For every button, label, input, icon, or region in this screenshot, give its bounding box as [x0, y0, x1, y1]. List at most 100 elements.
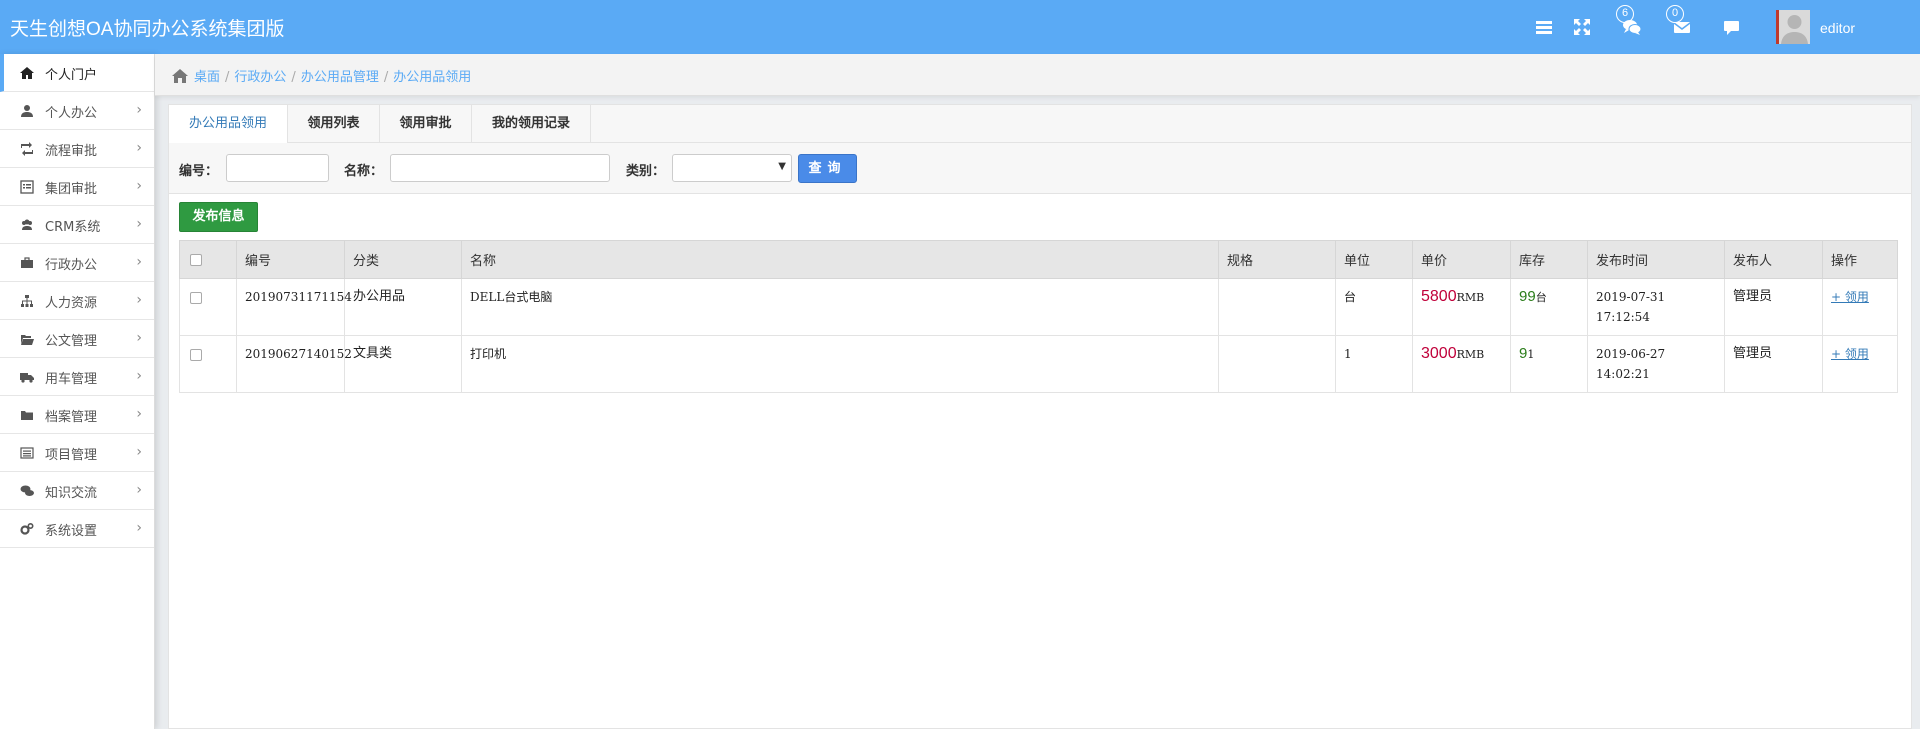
column-header: 单位	[1335, 240, 1413, 279]
briefcase-icon	[20, 256, 34, 270]
breadcrumb-separator: /	[225, 70, 230, 85]
sitemap-icon	[20, 294, 34, 308]
sidebar-item-admin-office[interactable]: 行政办公 ›	[0, 244, 154, 282]
menu-icon[interactable]	[1534, 17, 1554, 37]
chevron-right-icon: ›	[136, 178, 142, 194]
stock-unit: 1	[1527, 348, 1535, 361]
cogs-icon	[20, 522, 34, 536]
breadcrumb-separator: /	[383, 70, 389, 85]
name-label: 名称：	[344, 164, 384, 179]
row-checkbox[interactable]	[190, 349, 202, 361]
query-button[interactable]: 查询	[798, 154, 857, 183]
action-cell: + 领用	[1822, 278, 1898, 336]
tab-my-requisitions[interactable]: 我的领用记录	[472, 105, 591, 143]
name-input[interactable]	[390, 154, 610, 182]
sidebar-item-label: 公文管理	[45, 334, 98, 349]
sidebar-item-label: 项目管理	[45, 448, 98, 463]
select-all-checkbox[interactable]	[190, 254, 202, 266]
name-cell: 打印机	[461, 335, 1219, 393]
breadcrumb-supplies-requisition[interactable]: 办公用品领用	[393, 70, 471, 85]
publish-time-cell: 2019-06-27 14:02:21	[1587, 335, 1725, 393]
stock-value: 99	[1519, 288, 1536, 305]
code-label: 编号：	[179, 164, 219, 179]
username: editor	[1820, 20, 1856, 36]
sidebar-item-label: 个人门户	[45, 68, 98, 83]
column-header: 发布人	[1724, 240, 1823, 279]
tab-supplies-requisition[interactable]: 办公用品领用	[169, 105, 288, 144]
sidebar: 个人门户 个人办公 › 流程审批 › 集团审批 › CRM系统 › 行政办公 ›…	[0, 54, 155, 729]
table-row: 20190627140152 文具类 打印机 1 3000RMB 91 2019…	[179, 335, 1898, 393]
row-checkbox[interactable]	[190, 292, 202, 304]
fullscreen-icon[interactable]	[1572, 17, 1592, 37]
sidebar-item-label: 流程审批	[45, 144, 98, 159]
list-alt-icon	[20, 180, 34, 194]
chevron-right-icon: ›	[136, 520, 142, 536]
price-cell: 5800RMB	[1412, 278, 1511, 336]
chevron-right-icon: ›	[136, 292, 142, 308]
name-cell: DELL台式电脑	[461, 278, 1219, 336]
sidebar-item-label: 系统设置	[45, 524, 98, 539]
home-icon	[20, 66, 34, 80]
truck-icon	[20, 370, 34, 384]
filter-bar: 编号： 名称： 类别： ▼ 查询	[169, 143, 1911, 194]
sidebar-item-label: 档案管理	[45, 410, 98, 425]
table-row: 20190731171154 办公用品 DELL台式电脑 台 5800RMB 9…	[179, 278, 1898, 336]
publish-date: 2019-06-27	[1596, 347, 1666, 361]
sidebar-item-documents[interactable]: 公文管理 ›	[0, 320, 154, 358]
requisition-link[interactable]: + 领用	[1831, 290, 1869, 304]
sidebar-item-group-approval[interactable]: 集团审批 ›	[0, 168, 154, 206]
message-icon[interactable]	[1722, 17, 1742, 37]
chevron-right-icon: ›	[136, 330, 142, 346]
home-icon	[172, 69, 188, 83]
breadcrumb-admin-office[interactable]: 行政办公	[234, 70, 286, 85]
publish-time-cell: 2019-07-31 17:12:54	[1587, 278, 1725, 336]
sidebar-item-label: CRM系统	[45, 220, 101, 235]
mail-icon[interactable]: 0	[1666, 5, 1692, 37]
breadcrumb-bar: 桌面 / 行政办公 / 办公用品管理 / 办公用品领用	[155, 54, 1920, 96]
avatar	[1776, 10, 1810, 44]
spec-cell	[1218, 335, 1336, 393]
sidebar-item-personal-office[interactable]: 个人办公 ›	[0, 92, 154, 130]
column-header: 名称	[461, 240, 1219, 279]
requisition-link[interactable]: + 领用	[1831, 347, 1869, 361]
sidebar-item-workflow[interactable]: 流程审批 ›	[0, 130, 154, 168]
content-panel: 办公用品领用 领用列表 领用审批 我的领用记录 编号： 名称： 类别： ▼ 查询…	[168, 104, 1912, 729]
category-select[interactable]: ▼	[672, 154, 792, 182]
top-header: 天生创想OA协同办公系统集团版 6 0 editor	[0, 0, 1920, 54]
chevron-right-icon: ›	[136, 216, 142, 232]
code-cell: 20190627140152	[236, 335, 352, 393]
tab-requisition-list[interactable]: 领用列表	[288, 105, 380, 143]
sidebar-item-crm[interactable]: CRM系统 ›	[0, 206, 154, 244]
stock-cell: 99台	[1510, 278, 1588, 336]
row-select-cell	[179, 335, 237, 393]
column-header: 操作	[1822, 240, 1898, 279]
sidebar-item-portal[interactable]: 个人门户	[0, 54, 154, 92]
tab-requisition-approval[interactable]: 领用审批	[380, 105, 472, 143]
chat-icon[interactable]: 6	[1616, 5, 1642, 37]
price-currency: RMB	[1456, 348, 1485, 361]
comments-icon	[20, 484, 34, 498]
publish-time: 14:02:21	[1596, 367, 1650, 381]
category-label: 类别：	[626, 164, 666, 179]
sidebar-item-knowledge[interactable]: 知识交流 ›	[0, 472, 154, 510]
sidebar-item-hr[interactable]: 人力资源 ›	[0, 282, 154, 320]
breadcrumb-supplies-management[interactable]: 办公用品管理	[301, 70, 379, 85]
user-icon	[20, 104, 34, 118]
code-input[interactable]	[226, 154, 329, 182]
sidebar-item-archives[interactable]: 档案管理 ›	[0, 396, 154, 434]
publish-time: 17:12:54	[1596, 310, 1650, 324]
select-all-cell	[179, 240, 237, 279]
publish-button[interactable]: 发布信息	[179, 202, 258, 232]
price-value: 5800	[1421, 288, 1457, 305]
stock-unit: 台	[1535, 291, 1547, 304]
breadcrumb-desktop[interactable]: 桌面	[194, 70, 220, 85]
retweet-icon	[20, 142, 34, 156]
sidebar-item-settings[interactable]: 系统设置 ›	[0, 510, 154, 548]
row-select-cell	[179, 278, 237, 336]
chevron-right-icon: ›	[136, 368, 142, 384]
column-header: 分类	[344, 240, 462, 279]
chevron-right-icon: ›	[136, 254, 142, 270]
price-value: 3000	[1421, 345, 1457, 362]
sidebar-item-projects[interactable]: 项目管理 ›	[0, 434, 154, 472]
sidebar-item-vehicles[interactable]: 用车管理 ›	[0, 358, 154, 396]
